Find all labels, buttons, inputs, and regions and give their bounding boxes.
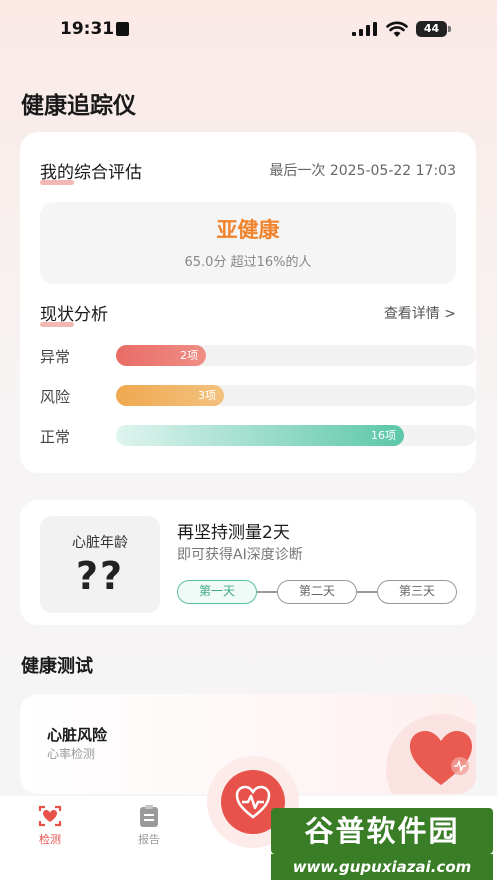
day-pill-1: 第一天 [177,580,257,604]
test-item-name: 心脏风险 [47,726,108,744]
day-pill-3: 第三天 [377,580,457,604]
cellular-signal-icon [352,22,377,36]
status-bar: 19:31 44 [0,0,497,60]
heart-age-box: 心脏年龄 ?? [40,516,160,613]
tab-report[interactable]: 报告 [119,804,179,847]
battery-icon: 44 [416,21,451,37]
heart-pulse-icon [235,785,271,819]
site-watermark-logo: 谷普软件园 www.gupuxiazai.com [271,808,493,881]
assessment-result-box[interactable]: 亚健康 65.0分 超过16%的人 [40,202,456,284]
test-item-subtitle: 心率检测 [47,747,96,761]
status-time: 19:31 [60,19,115,39]
tab-detect[interactable]: 检测 [20,804,80,847]
bar-row-risk: 风险 3项 [40,385,476,407]
heart-measure-title: 再坚持测量2天 [177,523,290,543]
report-clipboard-icon [140,805,158,827]
bar-track: 16项 [116,425,476,446]
bar-label: 异常 [40,348,71,366]
assessment-last-time: 最后一次 2025-05-22 17:03 [269,163,456,179]
tab-detect-label: 检测 [39,833,61,846]
battery-level: 44 [416,21,447,37]
heart-age-value: ?? [75,554,125,598]
bar-label: 风险 [40,388,71,406]
bar-track: 2项 [116,345,476,366]
page-title: 健康追踪仪 [21,93,136,119]
heart-icon [410,731,472,785]
bar-fill-abnormal: 2项 [116,345,206,366]
assessment-card: 我的综合评估 最后一次 2025-05-22 17:03 亚健康 65.0分 超… [20,132,476,473]
assessment-title: 我的综合评估 [40,163,142,185]
heart-measure-subtitle: 即可获得AI深度诊断 [177,547,303,563]
day-connector [357,591,377,593]
health-test-title: 健康测试 [21,656,93,677]
view-details-link[interactable]: 查看详情 > [384,303,456,323]
bar-row-normal: 正常 16项 [40,425,476,447]
heart-age-label: 心脏年龄 [72,535,128,551]
bar-row-abnormal: 异常 2项 [40,345,476,367]
assessment-status: 亚健康 [216,218,280,242]
bar-fill-risk: 3项 [116,385,224,406]
analysis-title: 现状分析 [40,305,108,327]
assessment-score: 65.0分 超过16%的人 [184,255,312,270]
day-connector [257,591,277,593]
scan-detect-icon [38,805,62,827]
id-card-icon [116,22,129,36]
wifi-icon [386,21,408,37]
tab-report-label: 报告 [138,833,160,846]
bar-fill-normal: 16项 [116,425,404,446]
bar-label: 正常 [40,428,71,446]
heart-age-card[interactable]: 心脏年龄 ?? 再坚持测量2天 即可获得AI深度诊断 第一天 第二天 第三天 [20,500,476,625]
day-pill-2: 第二天 [277,580,357,604]
bar-track: 3项 [116,385,476,406]
